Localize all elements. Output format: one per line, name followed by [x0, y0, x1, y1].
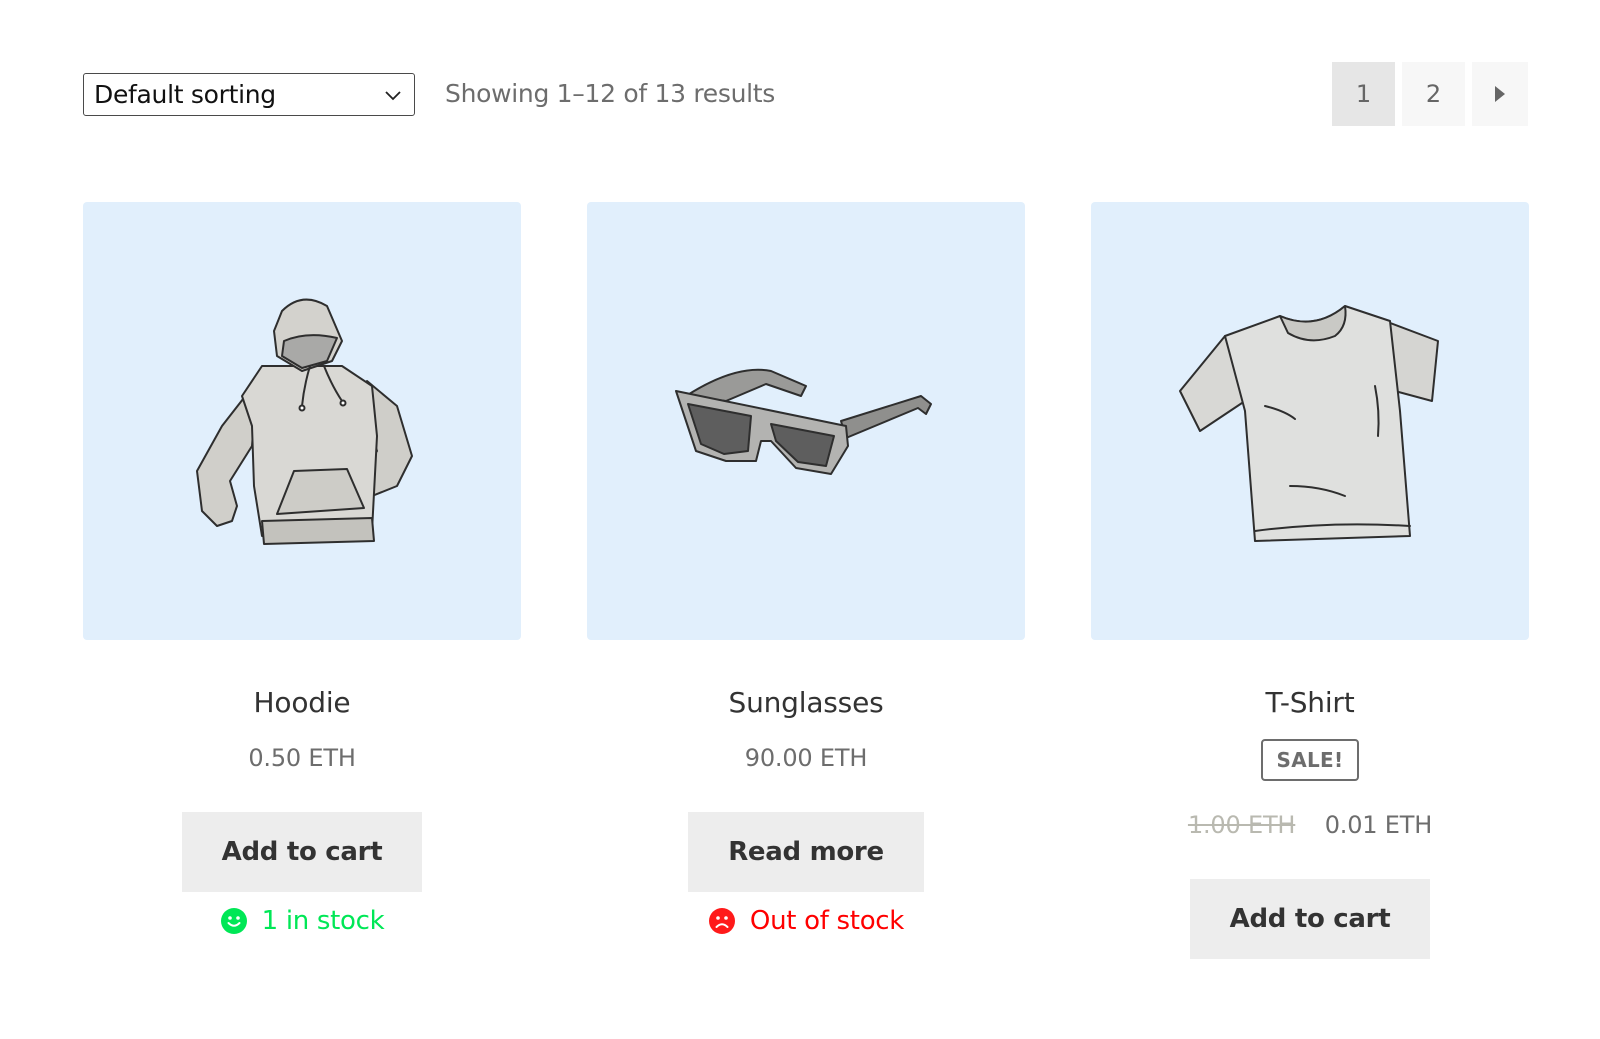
product-grid: Hoodie 0.50 ETH Add to cart 1 in stock S…: [83, 202, 1529, 959]
product-title[interactable]: Hoodie: [254, 686, 351, 719]
stock-status: 1 in stock: [220, 906, 385, 936]
product-image-link[interactable]: [1091, 202, 1529, 640]
smiley-icon: [220, 908, 247, 934]
sorting-select-value: Default sorting: [94, 80, 276, 109]
stock-text: Out of stock: [749, 906, 905, 936]
product-card-hoodie: Hoodie 0.50 ETH Add to cart 1 in stock: [83, 202, 521, 959]
tshirt-illustration: [1179, 305, 1439, 542]
add-to-cart-button[interactable]: Add to cart: [1189, 879, 1431, 959]
product-image-link[interactable]: [83, 202, 521, 640]
product-title[interactable]: T-Shirt: [1265, 686, 1354, 719]
next-page-button[interactable]: [1472, 62, 1528, 126]
stock-text: 1 in stock: [261, 906, 385, 936]
triangle-right-icon: [1495, 86, 1505, 102]
chevron-down-icon: [385, 90, 401, 100]
product-title[interactable]: Sunglasses: [729, 686, 884, 719]
result-count: Showing 1–12 of 13 results: [445, 79, 775, 108]
product-price: 90.00 ETH: [744, 744, 868, 772]
frown-icon: [708, 908, 735, 934]
sale-price: 0.01 ETH: [1324, 811, 1433, 839]
sorting-select[interactable]: Default sorting: [83, 73, 415, 116]
product-card-tshirt: T-Shirt SALE! 1.00 ETH 0.01 ETH Add to c…: [1091, 202, 1529, 959]
product-image-link[interactable]: [587, 202, 1025, 640]
stock-status: Out of stock: [708, 906, 904, 936]
read-more-button[interactable]: Read more: [688, 812, 924, 892]
hoodie-illustration: [196, 298, 413, 545]
sale-badge: SALE!: [1260, 739, 1360, 781]
product-card-sunglasses: Sunglasses 90.00 ETH Read more Out of st…: [587, 202, 1025, 959]
regular-price: 1.00 ETH: [1187, 811, 1296, 839]
add-to-cart-button[interactable]: Add to cart: [181, 812, 423, 892]
page-2-link[interactable]: 2: [1402, 62, 1465, 126]
page-1-link[interactable]: 1: [1332, 62, 1395, 126]
shop-toolbar: Default sorting Showing 1–12 of 13 resul…: [83, 62, 1528, 128]
pagination: 1 2: [1332, 62, 1528, 126]
product-price: 1.00 ETH 0.01 ETH: [1188, 811, 1432, 839]
sunglasses-illustration: [675, 368, 932, 475]
product-price: 0.50 ETH: [248, 744, 356, 772]
